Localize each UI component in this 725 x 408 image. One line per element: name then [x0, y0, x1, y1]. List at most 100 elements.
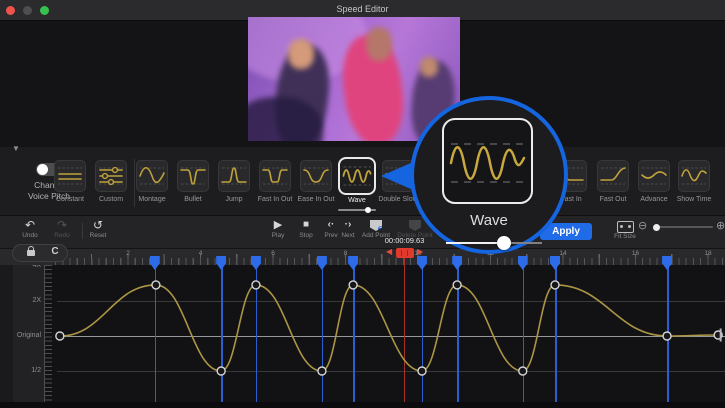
- preset-label: Fast In Out: [255, 196, 295, 203]
- preset-advance[interactable]: Advance: [634, 160, 674, 203]
- speed-curve-path: [60, 285, 718, 371]
- preset-fast-out[interactable]: Fast Out: [593, 160, 633, 203]
- curve-control-point[interactable]: [152, 281, 160, 289]
- preset-thumbnail[interactable]: [218, 160, 250, 192]
- preset-thumbnail[interactable]: [177, 160, 209, 192]
- curve-control-point[interactable]: [56, 332, 64, 340]
- preset-curve-icon: [639, 161, 669, 191]
- playhead-timecode: 00:00:09.63: [375, 236, 435, 245]
- preset-custom[interactable]: Custom: [91, 160, 131, 203]
- preset-label: Bullet: [173, 196, 213, 203]
- preset-label: Constant: [50, 196, 90, 203]
- curve-control-point[interactable]: [418, 367, 426, 375]
- timeline-zoom-knob[interactable]: [653, 224, 660, 231]
- magnifier-pointer-triangle: [381, 163, 411, 189]
- dancer-skin-right: [420, 57, 438, 77]
- playhead-flag[interactable]: [396, 248, 414, 258]
- preset-thumbnail[interactable]: [95, 160, 127, 192]
- preset-label: Advance: [634, 196, 674, 203]
- preset-mini-slider[interactable]: [338, 209, 376, 211]
- add-point-icon: +: [370, 220, 382, 231]
- dancer-skin-center: [366, 27, 392, 61]
- wave-curve-graphic: [444, 120, 530, 201]
- playhead-step-forward-icon[interactable]: ▶: [417, 247, 423, 256]
- ruler-number: 4: [191, 250, 211, 257]
- curve-control-point[interactable]: [217, 367, 225, 375]
- ruler-number: 16: [626, 250, 646, 257]
- preset-thumbnail[interactable]: [136, 160, 168, 192]
- preset-label: Jump: [214, 196, 254, 203]
- preset-curve-icon: [340, 159, 374, 193]
- curve-end-handle[interactable]: [720, 329, 722, 342]
- zoom-in-icon[interactable]: ⊕: [716, 219, 725, 232]
- toggle-knob: [37, 164, 48, 175]
- curve-control-point[interactable]: [318, 367, 326, 375]
- lock-icon[interactable]: [27, 250, 35, 256]
- reset-icon: ↺: [78, 218, 118, 232]
- ruler-number: 2: [118, 250, 138, 257]
- curve-c-icon[interactable]: C: [47, 246, 63, 257]
- wave-preset-thumbnail-zoomed[interactable]: [442, 118, 533, 204]
- curve-control-point[interactable]: [252, 281, 260, 289]
- preset-label: Montage: [132, 196, 172, 203]
- preset-jump[interactable]: Jump: [214, 160, 254, 203]
- reset-button[interactable]: ↺Reset: [78, 218, 118, 239]
- preset-curve-icon: [301, 161, 331, 191]
- window-title: Speed Editor: [0, 4, 725, 14]
- curve-control-point[interactable]: [519, 367, 527, 375]
- preset-show-time[interactable]: Show Time: [674, 160, 714, 203]
- preset-curve-icon: [679, 161, 709, 191]
- magnified-preset-label: Wave: [414, 212, 564, 229]
- preset-fast-in-out[interactable]: Fast In Out: [255, 160, 295, 203]
- curve-control-point[interactable]: [349, 281, 357, 289]
- zoom-out-icon[interactable]: ⊖: [638, 219, 647, 232]
- preset-mini-slider-knob[interactable]: [365, 207, 371, 213]
- speed-curve-plot[interactable]: [0, 265, 725, 402]
- ruler-number: 8: [336, 250, 356, 257]
- fit-size-label: Fit Size: [602, 233, 648, 240]
- preset-label: Custom: [91, 196, 131, 203]
- preset-curve-icon: [219, 161, 249, 191]
- bottom-strip: [0, 402, 725, 408]
- timeline-ruler[interactable]: 24681012141618: [0, 248, 725, 266]
- preset-curve-icon: [55, 161, 85, 191]
- preset-wave[interactable]: Wave: [337, 160, 377, 204]
- toolbar: ↶Undo ↷Redo ↺Reset ▶Play ■Stop ‹·Prev ·›…: [0, 215, 725, 249]
- magnified-slider-knob[interactable]: [497, 236, 511, 250]
- curve-control-point[interactable]: [453, 281, 461, 289]
- redo-button[interactable]: ↷Redo: [42, 218, 82, 239]
- preset-thumbnail[interactable]: [300, 160, 332, 192]
- preset-strip: ▼ Change Voice Pitch ConstantCustomMonta…: [0, 147, 725, 215]
- preset-thumbnail[interactable]: [54, 160, 86, 192]
- preset-ease-in-out[interactable]: Ease In Out: [296, 160, 336, 203]
- preset-curve-icon: [96, 161, 126, 191]
- preset-bullet[interactable]: Bullet: [173, 160, 213, 203]
- timeline-zoom-slider[interactable]: [653, 226, 713, 228]
- collapse-panel-caret-icon[interactable]: ▼: [12, 144, 20, 153]
- preset-thumbnail[interactable]: [638, 160, 670, 192]
- curve-control-point[interactable]: [551, 281, 559, 289]
- preset-curve-icon: [598, 161, 628, 191]
- ruler-number: 6: [263, 250, 283, 257]
- preset-thumbnail[interactable]: [678, 160, 710, 192]
- ruler-number: 14: [553, 250, 573, 257]
- preset-label: Wave: [337, 197, 377, 204]
- preset-thumbnail[interactable]: [338, 157, 376, 195]
- preset-label: Ease In Out: [296, 196, 336, 203]
- preset-constant[interactable]: Constant: [50, 160, 90, 203]
- fit-size-icon[interactable]: [617, 221, 634, 233]
- preset-thumbnail[interactable]: [259, 160, 291, 192]
- curve-tools-pill: C: [12, 244, 68, 262]
- preset-label: Show Time: [674, 196, 714, 203]
- preset-montage[interactable]: Montage: [132, 160, 172, 203]
- curve-control-point[interactable]: [663, 332, 671, 340]
- preset-thumbnail[interactable]: [597, 160, 629, 192]
- preset-curve-icon: [260, 161, 290, 191]
- playhead-step-back-icon[interactable]: ◀: [386, 247, 392, 256]
- preset-curve-icon: [137, 161, 167, 191]
- video-preview: [248, 17, 460, 141]
- wave-magnifier-overlay: Wave: [410, 96, 568, 254]
- dancer-skin-left: [288, 39, 314, 69]
- speed-editor-window: Speed Editor ▼ Change Voice Pitch Consta…: [0, 0, 725, 408]
- preset-label: Double Slow: [378, 196, 418, 203]
